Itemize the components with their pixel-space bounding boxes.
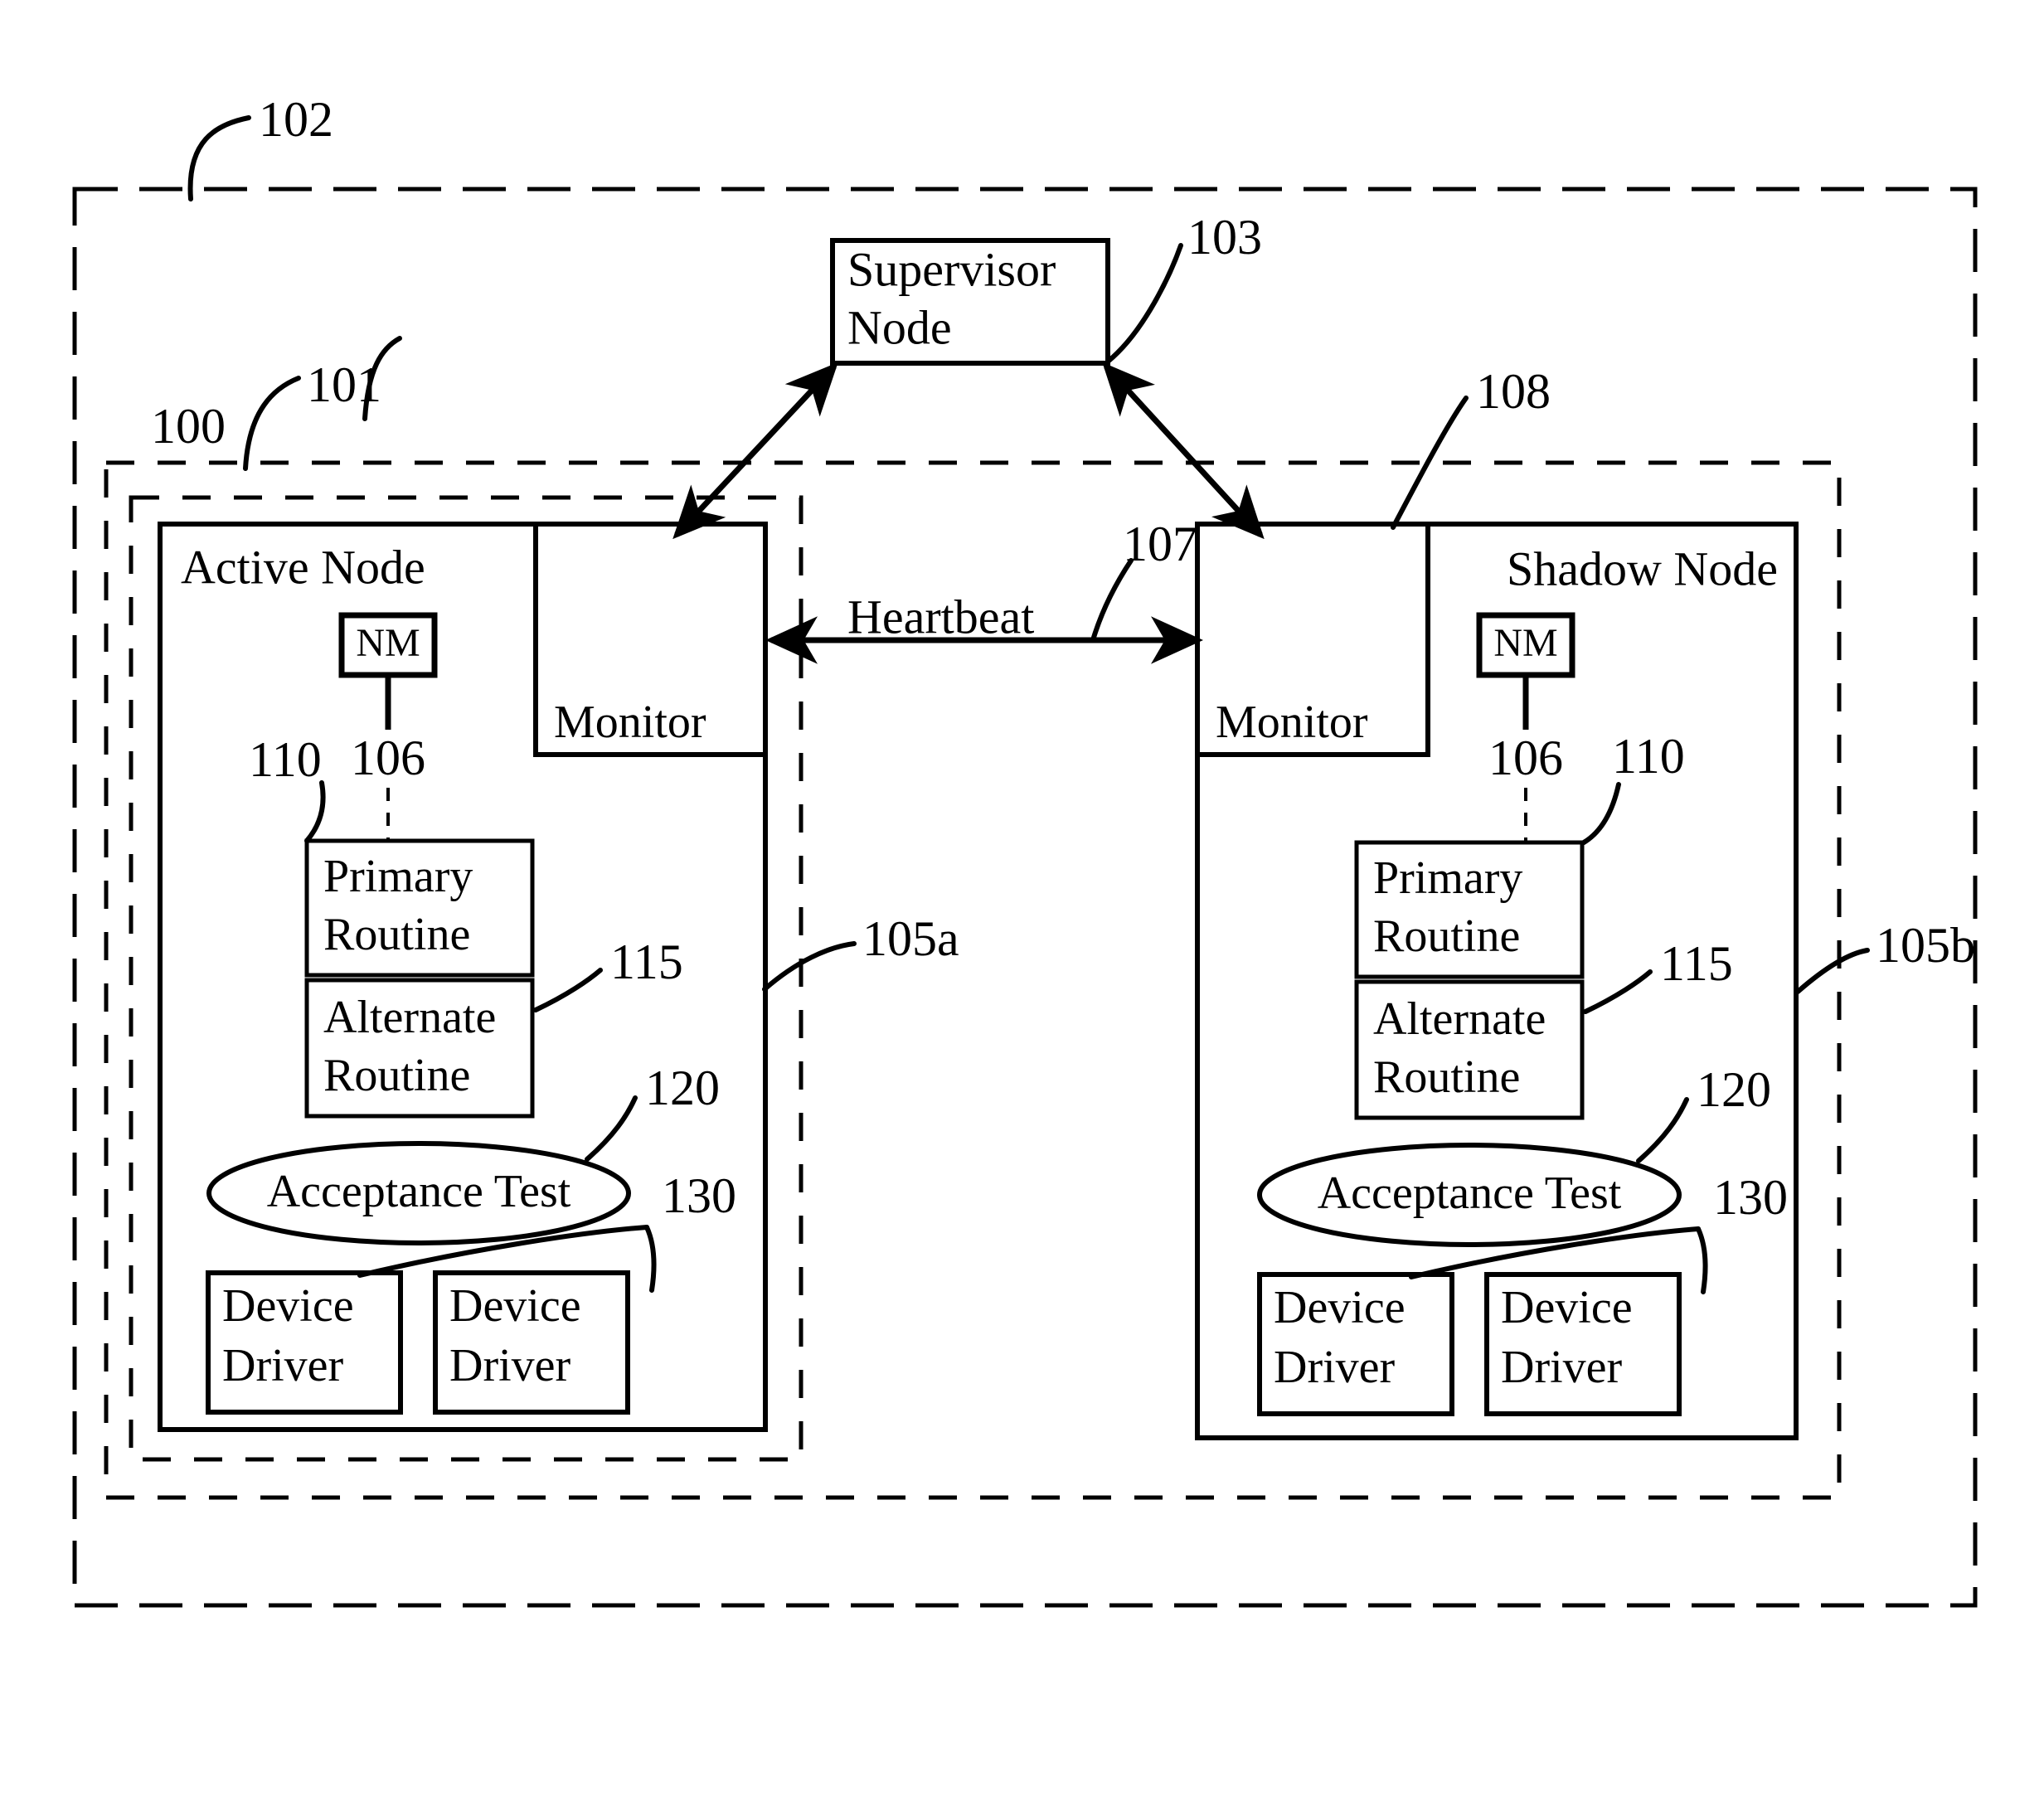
active-node-title: Active Node bbox=[181, 540, 425, 594]
shadow-primary-routine-line1: Primary bbox=[1373, 852, 1522, 904]
leader-shadow-130b bbox=[1696, 1226, 1708, 1294]
diagram-canvas: 102 100 101 105a 105b Supervisor Node 10… bbox=[72, 92, 1978, 1608]
ref-label-active-130: 130 bbox=[662, 1168, 736, 1223]
heartbeat-label: Heartbeat bbox=[847, 590, 1034, 643]
active-primary-routine-line2: Routine bbox=[323, 909, 470, 960]
leader-shadow-120 bbox=[1636, 1097, 1689, 1163]
leader-shadow-130 bbox=[1409, 1226, 1701, 1279]
active-device-driver-1-line2: Driver bbox=[222, 1340, 344, 1391]
active-acceptance-test-label: Acceptance Test bbox=[267, 1166, 571, 1217]
shadow-node-title: Shadow Node bbox=[1507, 541, 1778, 595]
shadow-primary-routine-line2: Routine bbox=[1373, 910, 1520, 962]
ref-label-100: 100 bbox=[151, 399, 226, 454]
active-monitor-label: Monitor bbox=[554, 697, 706, 748]
ref-label-105b: 105b bbox=[1876, 918, 1975, 973]
ref-label-102: 102 bbox=[259, 92, 333, 147]
leader-active-130b bbox=[644, 1225, 657, 1293]
shadow-device-driver-1-line1: Device bbox=[1274, 1282, 1406, 1333]
ref-label-shadow-110: 110 bbox=[1612, 729, 1685, 784]
active-alternate-routine-line1: Alternate bbox=[323, 992, 496, 1043]
patent-figure: 102 100 101 105a 105b Supervisor Node 10… bbox=[0, 0, 2044, 1806]
active-device-driver-2-line1: Device bbox=[449, 1280, 581, 1332]
ref-label-108: 108 bbox=[1476, 364, 1551, 419]
shadow-monitor-label: Monitor bbox=[1216, 697, 1368, 748]
ref-label-shadow-130: 130 bbox=[1713, 1170, 1788, 1225]
active-device-driver-2-line2: Driver bbox=[449, 1340, 571, 1391]
ref-label-shadow-115: 115 bbox=[1660, 936, 1733, 991]
leader-100 bbox=[243, 376, 301, 471]
shadow-nm-label: NM bbox=[1493, 621, 1557, 665]
supervisor-node-title-line2: Node bbox=[847, 300, 952, 354]
shadow-device-driver-2-line1: Device bbox=[1501, 1282, 1633, 1333]
supervisor-active-link bbox=[672, 362, 838, 540]
leader-shadow-110 bbox=[1581, 782, 1621, 845]
supervisor-shadow-link bbox=[1102, 362, 1265, 540]
ref-label-103: 103 bbox=[1187, 210, 1262, 265]
active-nm-label: NM bbox=[356, 621, 420, 665]
ref-label-105a: 105a bbox=[862, 911, 959, 966]
leader-107 bbox=[1090, 558, 1134, 643]
ref-label-active-110: 110 bbox=[249, 732, 322, 787]
leader-105b bbox=[1795, 948, 1870, 994]
leader-active-120 bbox=[585, 1095, 638, 1162]
ref-label-shadow-120: 120 bbox=[1697, 1062, 1771, 1117]
ref-label-107: 107 bbox=[1123, 517, 1197, 571]
leader-active-110 bbox=[304, 780, 326, 843]
leader-shadow-115 bbox=[1583, 969, 1653, 1014]
leader-105a bbox=[762, 941, 857, 992]
active-device-driver-1-line1: Device bbox=[222, 1280, 354, 1332]
shadow-device-driver-1-line2: Driver bbox=[1274, 1342, 1396, 1393]
leader-active-115 bbox=[533, 968, 603, 1012]
active-alternate-routine-line2: Routine bbox=[323, 1050, 470, 1101]
shadow-device-driver-2-line2: Driver bbox=[1501, 1342, 1623, 1393]
ref-label-101: 101 bbox=[307, 357, 381, 412]
ref-label-active-106: 106 bbox=[351, 731, 425, 785]
leader-103 bbox=[1105, 243, 1183, 364]
leader-102 bbox=[187, 115, 251, 201]
shadow-acceptance-test-label: Acceptance Test bbox=[1318, 1168, 1622, 1219]
ref-label-active-115: 115 bbox=[610, 935, 683, 989]
supervisor-node-title-line1: Supervisor bbox=[847, 242, 1056, 296]
ref-label-active-120: 120 bbox=[645, 1061, 720, 1115]
shadow-alternate-routine-line1: Alternate bbox=[1373, 993, 1546, 1045]
active-primary-routine-line1: Primary bbox=[323, 851, 473, 902]
ref-label-shadow-106: 106 bbox=[1488, 731, 1563, 785]
shadow-alternate-routine-line2: Routine bbox=[1373, 1051, 1520, 1103]
leader-active-130 bbox=[357, 1225, 649, 1278]
